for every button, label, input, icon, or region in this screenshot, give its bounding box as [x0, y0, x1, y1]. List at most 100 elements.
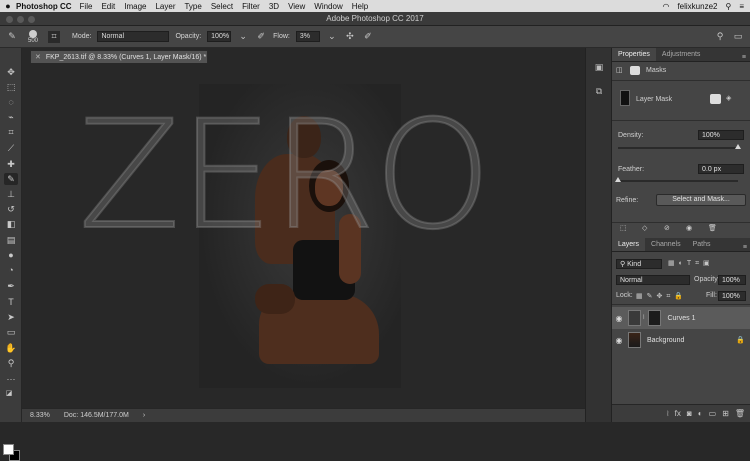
spotlight-icon[interactable]: ⚲ [725, 2, 731, 11]
load-selection-icon[interactable]: ⬚ [620, 224, 627, 232]
mode-select[interactable]: Normal [97, 31, 170, 42]
chain-link-icon[interactable]: ⧘ [643, 314, 644, 322]
layer-name[interactable]: Curves 1 [667, 315, 695, 322]
add-mask-icon[interactable]: ◙ [687, 409, 692, 418]
brush-preset-picker[interactable]: 500 [24, 29, 42, 44]
layer-row-curves[interactable]: ◉ ⧘ Curves 1 [612, 307, 750, 329]
menu-image[interactable]: Image [124, 2, 146, 11]
flow-field[interactable]: 3% [295, 31, 320, 42]
pressure-opacity-icon[interactable]: ✐ [255, 31, 267, 43]
menu-file[interactable]: File [80, 2, 93, 11]
brush-tool-icon[interactable]: ✎ [4, 173, 18, 185]
document-tab[interactable]: ✕ FKP_2613.tif @ 8.33% (Curves 1, Layer … [30, 50, 208, 63]
quick-select-tool-icon[interactable]: ⌁ [4, 111, 18, 123]
layer-filter-select[interactable]: ⚲ Kind [616, 259, 662, 269]
density-slider[interactable] [618, 147, 738, 149]
link-layers-icon[interactable]: ⧘ [667, 409, 669, 419]
document-canvas[interactable]: ZERO [22, 63, 607, 408]
apple-icon[interactable]: ● [0, 1, 16, 11]
menu-list-icon[interactable]: ≡ [739, 2, 744, 11]
layer-name[interactable]: Background [647, 337, 684, 344]
crop-tool-icon[interactable]: ⌗ [4, 126, 18, 138]
feather-field[interactable]: 0.0 px [698, 164, 744, 174]
user-name[interactable]: felixkunze2 [677, 2, 717, 11]
eraser-tool-icon[interactable]: ◧ [4, 218, 18, 230]
menu-select[interactable]: Select [211, 2, 233, 11]
eye-icon[interactable]: ◉ [686, 224, 692, 232]
lasso-tool-icon[interactable]: ◌ [4, 96, 18, 108]
healing-tool-icon[interactable]: ✚ [4, 158, 18, 170]
more-tools-icon[interactable]: ··· [4, 373, 18, 385]
apply-mask-icon[interactable]: ◇ [642, 224, 647, 232]
layer-row-background[interactable]: ◉ Background 🔒 [612, 329, 750, 351]
stamp-tool-icon[interactable]: ⊥ [4, 188, 18, 200]
search-icon[interactable]: ⚲ [714, 31, 726, 43]
airbrush-icon[interactable]: ✣ [344, 31, 356, 43]
layer-mask-thumbnail[interactable] [648, 310, 662, 326]
blur-tool-icon[interactable]: ● [4, 249, 18, 261]
feather-slider-knob[interactable] [615, 177, 621, 182]
adjustment-icon[interactable]: ◫ [616, 66, 623, 74]
layer-mask-thumbnail[interactable] [620, 90, 630, 106]
brush-panel-icon[interactable]: ⌗ [48, 30, 60, 43]
mask-icon[interactable] [630, 66, 640, 75]
close-icon[interactable]: ✕ [35, 54, 41, 61]
menu-filter[interactable]: Filter [242, 2, 260, 11]
eye-icon[interactable]: ◉ [612, 314, 626, 323]
tab-adjustments[interactable]: Adjustments [656, 48, 707, 61]
tab-layers[interactable]: Layers [612, 238, 646, 251]
menu-view[interactable]: View [288, 2, 305, 11]
status-menu-icon[interactable]: › [143, 409, 145, 422]
menu-3d[interactable]: 3D [269, 2, 279, 11]
fill-field[interactable]: 100% [718, 291, 746, 301]
menu-app-name[interactable]: Photoshop CC [16, 2, 72, 11]
zoom-window-button[interactable] [28, 16, 35, 23]
chevron-down-icon[interactable]: ⌄ [326, 31, 338, 43]
pixel-mask-icon[interactable] [710, 94, 721, 104]
opacity-field[interactable]: 100% [207, 31, 232, 42]
shape-tool-icon[interactable]: ▭ [4, 326, 18, 338]
pressure-size-icon[interactable]: ✐ [362, 31, 374, 43]
adjustment-layer-icon[interactable]: ◐ [698, 409, 703, 418]
workspace-icon[interactable]: ▭ [732, 31, 744, 43]
paths-panel-icon[interactable]: ⧉ [593, 86, 605, 98]
menu-help[interactable]: Help [352, 2, 368, 11]
menu-type[interactable]: Type [184, 2, 201, 11]
wifi-icon[interactable]: ◠ [662, 2, 669, 11]
hand-tool-icon[interactable]: ✋ [4, 342, 18, 354]
new-group-icon[interactable]: ▭ [709, 409, 717, 418]
panel-menu-icon[interactable]: ≡ [743, 244, 750, 251]
density-field[interactable]: 100% [698, 130, 744, 140]
zoom-level[interactable]: 8.33% [30, 409, 50, 422]
close-window-button[interactable] [6, 16, 13, 23]
gradient-tool-icon[interactable]: ▤ [4, 234, 18, 246]
chevron-down-icon[interactable]: ⌄ [237, 31, 249, 43]
default-colors-icon[interactable]: ◪ [2, 387, 16, 399]
brush-tool-icon[interactable]: ✎ [6, 31, 18, 43]
eyedropper-tool-icon[interactable]: ⟋ [4, 142, 18, 154]
delete-mask-icon[interactable]: 🗑 [708, 224, 717, 232]
lock-icons[interactable]: ▦✎✥⌗🔒 [636, 292, 687, 301]
layer-style-icon[interactable]: fx [675, 409, 681, 418]
history-brush-tool-icon[interactable]: ↺ [4, 203, 18, 215]
history-panel-icon[interactable]: ▣ [593, 62, 605, 74]
background-thumbnail[interactable] [628, 332, 641, 348]
vector-mask-icon[interactable]: ◈ [726, 94, 731, 102]
layers-opacity-field[interactable]: 100% [718, 275, 746, 285]
panel-menu-icon[interactable]: ≡ [742, 54, 750, 61]
feather-slider[interactable] [618, 180, 738, 182]
tab-properties[interactable]: Properties [612, 48, 656, 61]
toggle-mask-icon[interactable]: ⊘ [664, 224, 670, 232]
marquee-tool-icon[interactable]: ⬚ [4, 81, 18, 93]
layer-filter-icons[interactable]: ▦◐T⌗▣ [668, 259, 714, 268]
delete-layer-icon[interactable]: 🗑 [735, 409, 745, 418]
menu-layer[interactable]: Layer [155, 2, 175, 11]
curves-adjustment-thumbnail[interactable] [628, 310, 641, 326]
density-slider-knob[interactable] [735, 144, 741, 149]
new-layer-icon[interactable]: ⊞ [722, 409, 729, 418]
move-tool-icon[interactable]: ✥ [4, 66, 18, 78]
path-select-tool-icon[interactable]: ➤ [4, 311, 18, 323]
dodge-tool-icon[interactable]: ◔ [4, 264, 18, 276]
blend-mode-select[interactable]: Normal [616, 275, 690, 285]
minimize-window-button[interactable] [17, 16, 24, 23]
